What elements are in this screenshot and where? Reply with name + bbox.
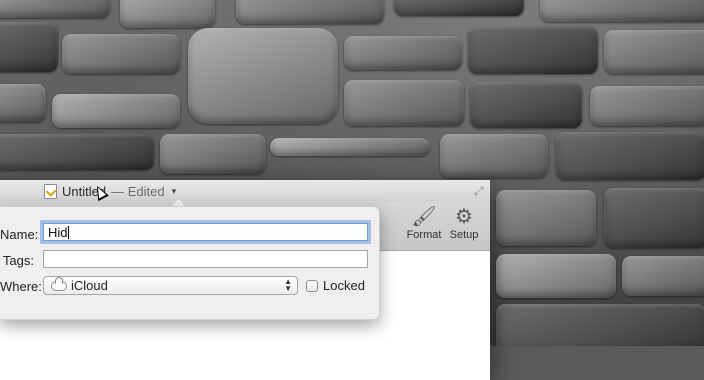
name-value: Hid — [48, 225, 68, 240]
format-button[interactable]: 🖌 Format — [402, 206, 446, 241]
title-menu[interactable]: Untitled — Edited ▾ — [44, 183, 176, 199]
tags-label: Tags: — [2, 253, 34, 268]
setup-button[interactable]: ⚙ Setup — [442, 206, 486, 241]
window-titlebar: Untitled — Edited ▾ ⤢ — [0, 180, 490, 203]
locked-checkbox[interactable] — [306, 280, 318, 292]
name-field[interactable]: Hid — [43, 223, 368, 241]
cloud-icon — [51, 277, 67, 291]
tags-field[interactable] — [43, 250, 368, 268]
document-icon — [44, 183, 57, 199]
fullscreen-icon[interactable]: ⤢ — [474, 184, 488, 198]
edited-status: — Edited — [111, 183, 165, 199]
gear-icon: ⚙ — [455, 206, 473, 228]
setup-label: Setup — [449, 229, 479, 241]
name-label: Name: — [0, 227, 39, 242]
where-select[interactable]: iCloud ▲ ▼ — [43, 276, 298, 295]
paintbrush-icon: 🖌 — [411, 206, 437, 228]
chevron-down-icon[interactable]: ▾ — [172, 186, 177, 197]
locked-label[interactable]: Locked — [323, 278, 365, 293]
format-label: Format — [406, 229, 442, 241]
where-value: iCloud — [71, 278, 108, 293]
rename-popover: Name: Hid Tags: Where: iCloud ▲ ▼ Locked — [0, 206, 380, 320]
select-arrows-icon: ▲ ▼ — [284, 277, 292, 293]
where-label: Where: — [0, 279, 42, 294]
